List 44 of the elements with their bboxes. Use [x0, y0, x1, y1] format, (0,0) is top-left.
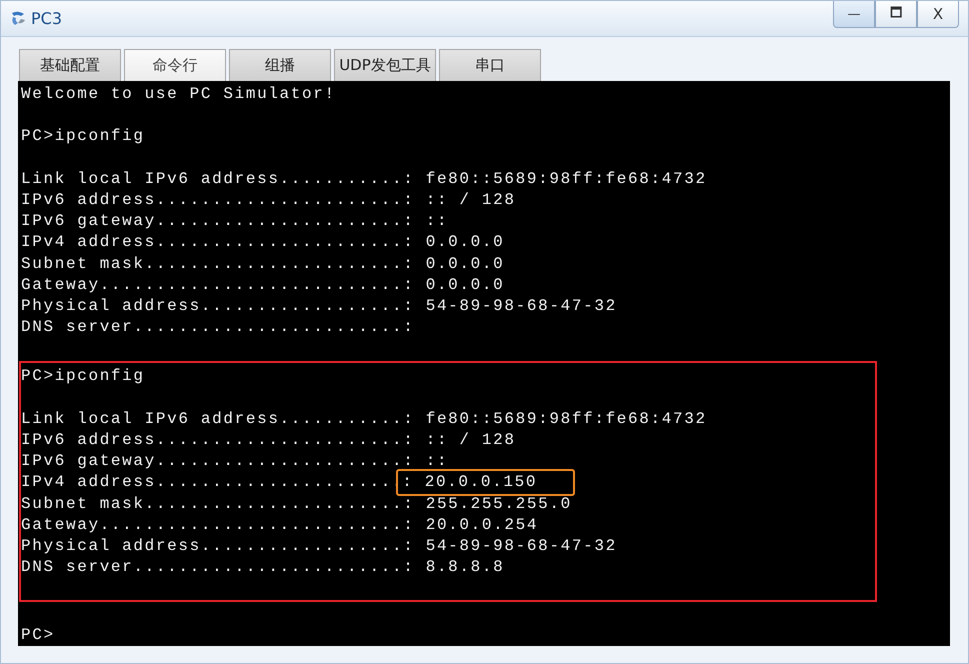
close-button[interactable]: X — [917, 1, 959, 28]
field-value: : fe80::5689:98ff:fe68:4732 — [403, 408, 707, 430]
field-value: : :: / 128 — [403, 430, 516, 451]
field-value: : 20.0.0.150 — [396, 469, 576, 496]
field-value: : 54-89-98-68-47-32 — [403, 296, 617, 317]
maximize-button[interactable]: 🗖 — [875, 1, 917, 28]
field-label: IPv6 address...................... — [21, 190, 404, 209]
field-label: IPv6 gateway...................... — [21, 212, 404, 230]
tab[interactable]: 串口 — [439, 49, 541, 81]
field-value: : :: / 128 — [403, 190, 516, 211]
tab[interactable]: 基础配置 — [19, 49, 121, 81]
field-label: IPv6 address...................... — [21, 431, 404, 449]
field-label: Gateway........................... — [21, 516, 404, 534]
tab[interactable]: 组播 — [229, 49, 331, 81]
field-label: Physical address.................. — [21, 536, 404, 555]
terminal-line: PC>ipconfig — [21, 127, 145, 146]
field-value: : 20.0.0.254 — [403, 514, 538, 536]
field-label: IPv6 gateway...................... — [21, 452, 404, 470]
field-value: : 0.0.0.0 — [403, 254, 504, 274]
field-label: DNS server........................ — [21, 318, 404, 336]
field-value: : fe80::5689:98ff:fe68:4732 — [403, 168, 707, 190]
field-value: : 0.0.0.0 — [403, 274, 504, 296]
field-label: Link local IPv6 address........... — [21, 170, 404, 188]
field-label: Subnet mask....................... — [21, 254, 404, 272]
field-label: Link local IPv6 address........... — [21, 410, 404, 428]
terminal-line: PC>ipconfig — [21, 367, 145, 386]
app-icon — [9, 10, 27, 28]
field-value: : 54-89-98-68-47-32 — [403, 536, 617, 557]
field-value: : 255.255.255.0 — [403, 494, 572, 515]
field-label: Subnet mask....................... — [21, 494, 404, 513]
terminal-line: Welcome to use PC Simulator! — [21, 85, 336, 103]
tab[interactable]: 命令行 — [124, 49, 226, 81]
tab[interactable]: UDP发包工具 — [334, 49, 436, 81]
minimize-button[interactable]: — — [833, 1, 875, 28]
field-value: : — [403, 317, 414, 338]
field-label: IPv4 address...................... — [21, 233, 404, 252]
field-value: : :: — [403, 211, 448, 232]
field-label: Physical address.................. — [21, 296, 404, 315]
field-value: : 8.8.8.8 — [403, 557, 504, 578]
window-title: PC3 — [31, 9, 62, 28]
field-label: Gateway........................... — [21, 276, 404, 294]
field-value: : 0.0.0.0 — [403, 232, 504, 254]
terminal-line: PC> — [21, 626, 55, 644]
field-label: DNS server........................ — [21, 558, 404, 576]
